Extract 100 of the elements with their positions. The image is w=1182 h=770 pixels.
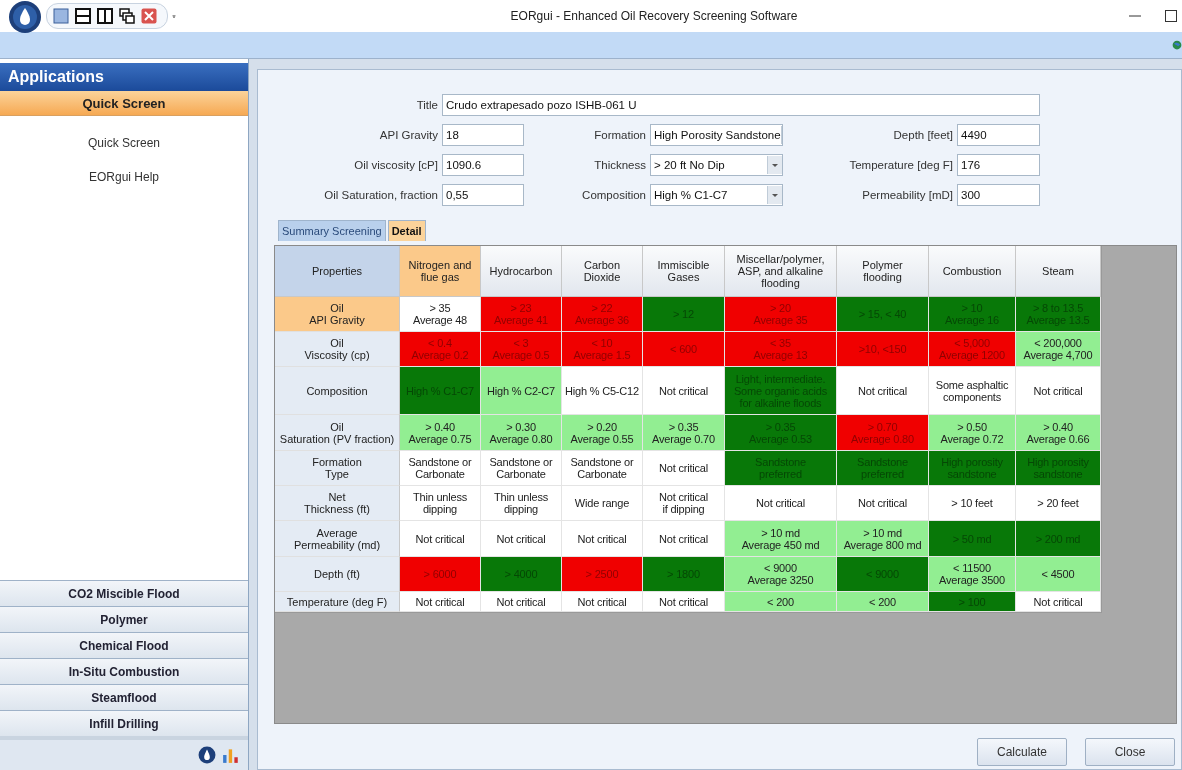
row-header: Oil Viscosity (cp) [275, 332, 400, 367]
row-header: Depth (ft) [275, 557, 400, 592]
table-cell: Not critical [643, 367, 725, 415]
table-cell: Not critical [400, 521, 481, 557]
field-label: API Gravity [378, 129, 438, 141]
field-label: Permeability [mD] [861, 189, 953, 201]
table-cell: < 600 [643, 332, 725, 367]
bar-chart-icon[interactable] [222, 746, 240, 764]
dropdown-field[interactable]: High % C1-C7 [650, 184, 783, 206]
table-cell: > 0.50 Average 0.72 [929, 415, 1016, 451]
table-cell: < 11500 Average 3500 [929, 557, 1016, 592]
dropdown-field[interactable]: > 20 ft No Dip [650, 154, 783, 176]
app-logo-icon[interactable] [8, 0, 42, 34]
sidebar-item[interactable]: EORgui Help [0, 170, 248, 184]
table-cell: Not critical [725, 486, 837, 521]
table-cell: Not critical [481, 521, 562, 557]
table-cell: > 0.40 Average 0.75 [400, 415, 481, 451]
drop-icon[interactable] [198, 746, 216, 764]
column-header[interactable]: Immiscible Gases [643, 246, 725, 297]
table-cell: > 20 Average 35 [725, 297, 837, 332]
column-header[interactable]: Combustion [929, 246, 1016, 297]
table-cell: Not critical [1016, 367, 1101, 415]
close-icon[interactable] [141, 8, 157, 24]
table-cell: > 10 md Average 800 md [837, 521, 929, 557]
table-cell: > 0.20 Average 0.55 [562, 415, 643, 451]
table-cell: > 0.40 Average 0.66 [1016, 415, 1101, 451]
tile-vertical-icon[interactable] [97, 8, 113, 24]
field-label: Oil Saturation, fraction [323, 189, 438, 201]
field-label: Oil viscosity [cP] [353, 159, 438, 171]
table-cell: Sandstone or Carbonate [481, 451, 562, 486]
window-title: EORgui - Enhanced Oil Recovery Screening Software [509, 9, 799, 23]
sidebar-group[interactable]: Infill Drilling [0, 710, 248, 736]
table-cell: < 9000 Average 3250 [725, 557, 837, 592]
table-cell: High % C5-C12 [562, 367, 643, 415]
row-header: Composition [275, 367, 400, 415]
sidebar-item[interactable]: Quick Screen [0, 136, 248, 150]
column-header: Properties [275, 246, 400, 297]
column-header[interactable]: Nitrogen and flue gas [400, 246, 481, 297]
column-header[interactable]: Polymer flooding [837, 246, 929, 297]
table-cell: Not critical [481, 592, 562, 612]
sidebar-group[interactable]: Steamflood [0, 684, 248, 710]
table-cell: Sandstone or Carbonate [562, 451, 643, 486]
row-header: Oil API Gravity [275, 297, 400, 332]
table-cell: Sandstone or Carbonate [400, 451, 481, 486]
field-label: Formation [593, 129, 646, 141]
field-label: Composition [581, 189, 646, 201]
field-label: Title [415, 99, 438, 111]
input-field[interactable]: 18 [442, 124, 524, 146]
tile-horizontal-icon[interactable] [75, 8, 91, 24]
field-label: Thickness [593, 159, 646, 171]
input-field[interactable]: 1090.6 [442, 154, 524, 176]
table-cell: Some asphaltic components [929, 367, 1016, 415]
maximize-icon[interactable] [1164, 9, 1178, 23]
input-field[interactable]: 0,55 [442, 184, 524, 206]
table-cell: < 5,000 Average 1200 [929, 332, 1016, 367]
sidebar-group[interactable]: CO2 Miscible Flood [0, 580, 248, 606]
column-header[interactable]: Miscellar/polymer, ASP, and alkaline flooding [725, 246, 837, 297]
row-header: Average Permeability (md) [275, 521, 400, 557]
caret-icon [767, 156, 782, 174]
sidebar-group[interactable]: In-Situ Combustion [0, 658, 248, 684]
tab[interactable]: Summary Screening [278, 220, 386, 241]
table-cell: Not critical [643, 592, 725, 612]
table-cell: Not critical [643, 451, 725, 486]
field-label: Temperature [deg F] [848, 159, 953, 171]
table-cell: > 35 Average 48 [400, 297, 481, 332]
dropdown-field[interactable]: High Porosity Sandstone [650, 124, 783, 146]
row-header: Net Thickness (ft) [275, 486, 400, 521]
table-cell: > 0.30 Average 0.80 [481, 415, 562, 451]
close-button[interactable]: Close [1085, 738, 1175, 766]
sidebar-group[interactable]: Polymer [0, 606, 248, 632]
table-cell: < 3 Average 0.5 [481, 332, 562, 367]
panel-header: Applications [0, 63, 248, 91]
table-cell: < 35 Average 13 [725, 332, 837, 367]
table-cell: < 200,000 Average 4,700 [1016, 332, 1101, 367]
column-header[interactable]: Carbon Dioxide [562, 246, 643, 297]
column-header[interactable]: Steam [1016, 246, 1101, 297]
input-field[interactable]: 300 [957, 184, 1040, 206]
row-header: Formation Type [275, 451, 400, 486]
calculate-button[interactable]: Calculate [977, 738, 1067, 766]
table-cell: > 20 feet [1016, 486, 1101, 521]
table-cell: Not critical [837, 486, 929, 521]
input-field[interactable]: 4490 [957, 124, 1040, 146]
row-header: Temperature (deg F) [275, 592, 400, 612]
input-field[interactable]: 176 [957, 154, 1040, 176]
row-header: Oil Saturation (PV fraction) [275, 415, 400, 451]
table-cell: > 2500 [562, 557, 643, 592]
table-cell: < 200 [725, 592, 837, 612]
column-header[interactable]: Hydrocarbon [481, 246, 562, 297]
table-cell: < 200 [837, 592, 929, 612]
table-cell: > 0.35 Average 0.70 [643, 415, 725, 451]
table-cell: Not critical if dipping [643, 486, 725, 521]
title-field[interactable]: Crudo extrapesado pozo ISHB-061 U [442, 94, 1040, 116]
tab[interactable]: Detail [387, 220, 426, 241]
cascade-icon[interactable] [119, 8, 135, 24]
table-cell: < 4500 [1016, 557, 1101, 592]
sidebar-section[interactable]: Quick Screen [0, 91, 248, 116]
sidebar-group[interactable]: Chemical Flood [0, 632, 248, 658]
table-cell: < 0.4 Average 0.2 [400, 332, 481, 367]
table-cell: Not critical [837, 367, 929, 415]
field-label: Depth [feet] [892, 129, 953, 141]
